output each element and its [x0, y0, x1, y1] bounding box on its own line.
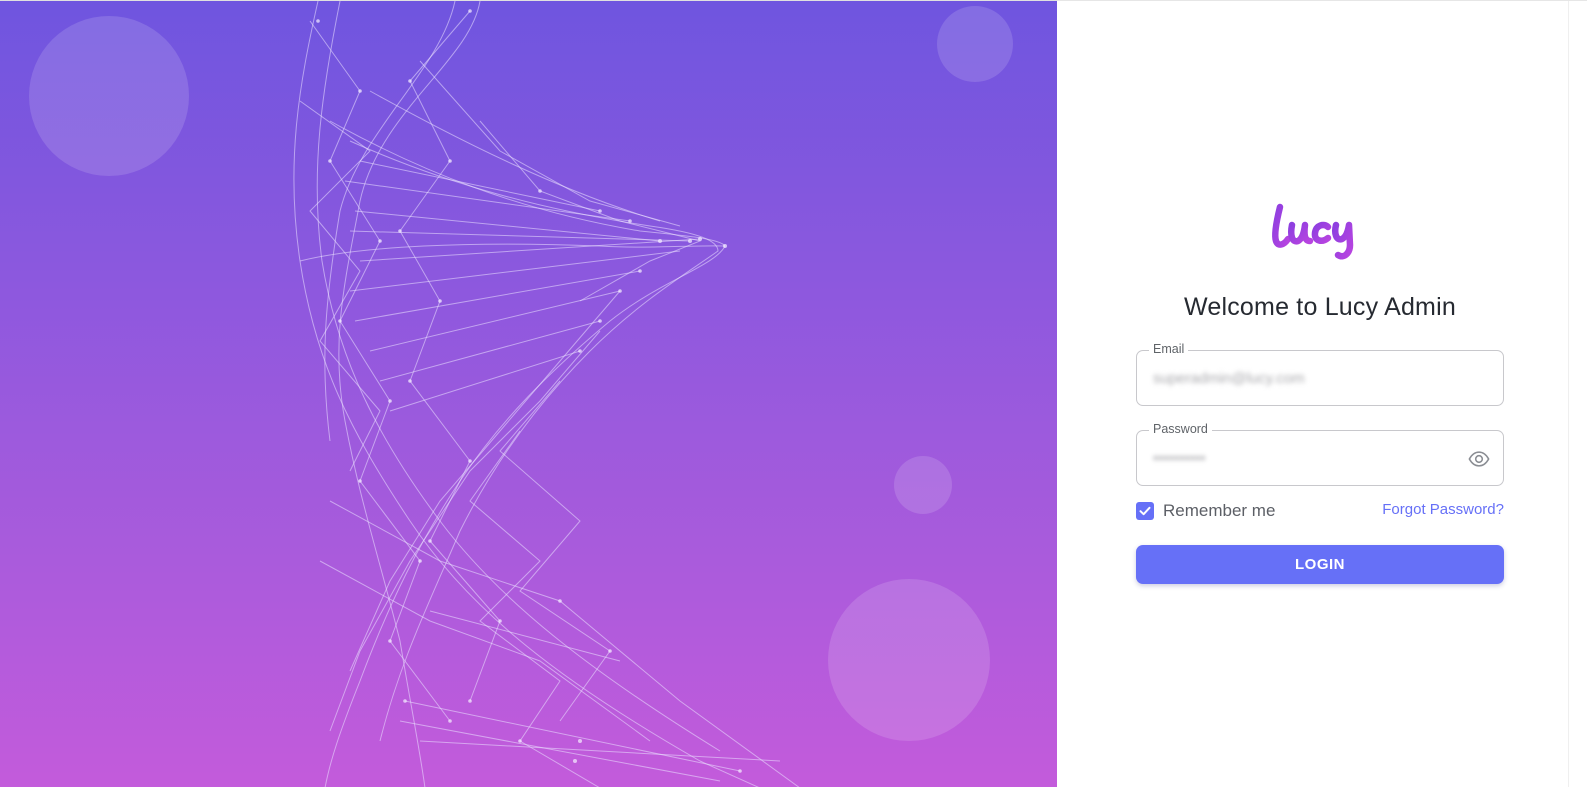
email-input[interactable]: superadmin@lucy.com [1153, 370, 1305, 387]
check-icon [1139, 506, 1151, 516]
email-field[interactable]: Email superadmin@lucy.com [1136, 342, 1504, 406]
login-button[interactable]: LOGIN [1136, 545, 1504, 584]
remember-me-checkbox[interactable]: Remember me [1136, 501, 1275, 521]
dna-helix-illustration [293, 1, 800, 787]
password-label: Password [1149, 422, 1212, 436]
eye-icon[interactable] [1467, 448, 1491, 470]
lucy-logo [1136, 201, 1504, 263]
remember-me-label: Remember me [1163, 501, 1276, 520]
hero-panel [0, 0, 1057, 787]
password-field[interactable]: Password •••••••••• [1136, 422, 1504, 486]
checkbox-box[interactable] [1136, 502, 1154, 520]
lucy-logo-icon [1271, 203, 1354, 260]
page-title: Welcome to Lucy Admin [1184, 293, 1456, 321]
email-label: Email [1149, 342, 1189, 356]
scrollbar[interactable] [1568, 1, 1587, 787]
login-form: Welcome to Lucy Admin Email superadmin@l… [1136, 201, 1504, 584]
password-input[interactable]: •••••••••• [1153, 450, 1206, 467]
form-options: Remember me Forgot Password? [1136, 498, 1504, 524]
login-page: Welcome to Lucy Admin Email superadmin@l… [0, 0, 1587, 787]
forgot-password-link[interactable]: Forgot Password? [1382, 501, 1504, 518]
login-panel: Welcome to Lucy Admin Email superadmin@l… [1057, 0, 1587, 787]
